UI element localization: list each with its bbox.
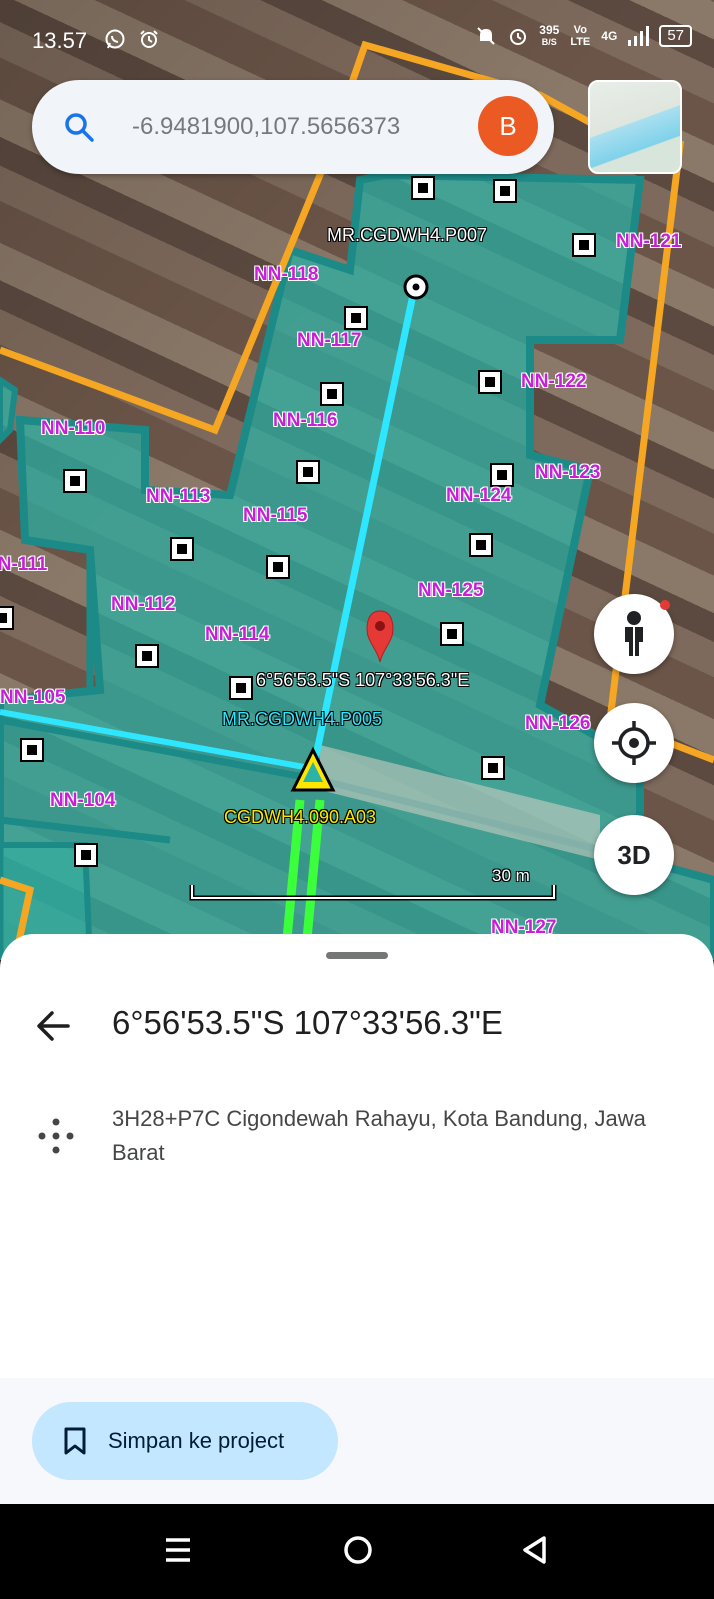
poi-marker[interactable]: [135, 644, 159, 668]
save-to-project-button[interactable]: Simpan ke project: [32, 1402, 338, 1480]
poi-marker[interactable]: [320, 382, 344, 406]
sheet-drag-handle[interactable]: [326, 952, 388, 959]
volte-indicator: Vo LTE: [570, 24, 591, 48]
nn-label: NN-123: [535, 462, 601, 483]
nn-label: NN-104: [50, 790, 116, 811]
crosshair-icon: [612, 721, 656, 765]
search-icon[interactable]: [62, 110, 96, 144]
action-bar: Simpan ke project: [0, 1378, 714, 1504]
nn-label: NN-126: [525, 713, 591, 734]
poi-marker[interactable]: [74, 843, 98, 867]
system-navigation-bar: [0, 1504, 714, 1599]
place-title: 6°56'53.5"S 107°33'56.3"E: [112, 1004, 503, 1041]
status-bar: 13.57 395 B/S Vo LTE 4G 57: [0, 0, 714, 80]
scale-label: 30 m: [492, 866, 530, 885]
nn-label: NN-125: [418, 580, 484, 601]
poi-marker[interactable]: [490, 463, 514, 487]
net-speed: 395 B/S: [539, 24, 559, 48]
poi-marker[interactable]: [229, 676, 253, 700]
nn-label: NN-118: [254, 264, 319, 285]
plus-code-address[interactable]: 3H28+P7C Cigondewah Rahayu, Kota Bandung…: [112, 1102, 672, 1170]
poi-marker[interactable]: [469, 533, 493, 557]
signal-icon: [628, 26, 650, 46]
poi-marker[interactable]: [63, 469, 87, 493]
poi-marker[interactable]: [572, 233, 596, 257]
nn-label: NN-114: [205, 624, 270, 645]
nn-label: NN-111: [0, 554, 48, 575]
poi-marker[interactable]: [478, 370, 502, 394]
status-left-icons: [104, 28, 160, 52]
poi-marker[interactable]: [20, 738, 44, 762]
poi-marker[interactable]: [266, 555, 290, 579]
poi-marker[interactable]: [344, 306, 368, 330]
nn-label: NN-110: [41, 418, 106, 439]
save-to-project-label: Simpan ke project: [108, 1428, 285, 1453]
mute-bell-icon: [477, 27, 495, 45]
street-view-button[interactable]: [594, 594, 674, 674]
home-icon[interactable]: [342, 1534, 374, 1566]
poi-marker[interactable]: [0, 606, 14, 630]
nn-label: NN-105: [0, 687, 66, 708]
avatar[interactable]: B: [478, 96, 538, 156]
poi-marker[interactable]: [411, 176, 435, 200]
back-arrow-icon[interactable]: [34, 1006, 74, 1046]
marker-label-a03: CGDWH4.090.A03: [224, 807, 377, 827]
net-speed-unit: B/S: [541, 37, 557, 47]
search-bar[interactable]: B: [32, 80, 554, 174]
status-time: 13.57: [32, 28, 88, 53]
nn-label: NN-116: [273, 410, 338, 431]
poi-marker[interactable]: [440, 622, 464, 646]
poi-marker[interactable]: [493, 179, 517, 203]
status-right-icons: 395 B/S Vo LTE 4G 57: [475, 24, 692, 48]
battery-indicator: 57: [659, 25, 692, 47]
whatsapp-icon: [105, 29, 125, 49]
nn-label: NN-115: [243, 505, 308, 526]
poi-marker[interactable]: [296, 460, 320, 484]
alarm-icon: [510, 29, 527, 45]
3d-toggle-button[interactable]: 3D: [594, 815, 674, 895]
my-location-button[interactable]: [594, 703, 674, 783]
poi-marker[interactable]: [481, 756, 505, 780]
nn-label: NN-121: [616, 231, 682, 252]
nn-label: NN-113: [146, 486, 211, 507]
poi-marker[interactable]: [170, 537, 194, 561]
map-view[interactable]: NN-118 NN-121 NN-117 NN-122 NN-116 NN-11…: [0, 0, 714, 960]
net-speed-value: 395: [539, 23, 560, 37]
nn-label: NN-112: [111, 594, 176, 615]
coordinate-label: 6°56'53.5"S 107°33'56.3"E: [256, 670, 470, 690]
plus-code-icon: [38, 1118, 74, 1154]
network-type: 4G: [601, 29, 618, 43]
layer-thumbnail[interactable]: [588, 80, 682, 174]
alarm-icon: [139, 30, 158, 48]
notification-dot: [660, 600, 670, 610]
nn-label: NN-122: [521, 371, 587, 392]
search-input[interactable]: [132, 102, 462, 152]
nn-label: NN-117: [297, 330, 362, 351]
nn-label: NN-124: [446, 485, 512, 506]
back-icon[interactable]: [520, 1534, 550, 1566]
bookmark-icon: [64, 1427, 86, 1455]
recent-apps-icon[interactable]: [164, 1536, 192, 1564]
marker-label-p005: MR.CGDWH4.P005: [222, 709, 383, 729]
marker-label-p007: MR.CGDWH4.P007: [327, 225, 488, 245]
